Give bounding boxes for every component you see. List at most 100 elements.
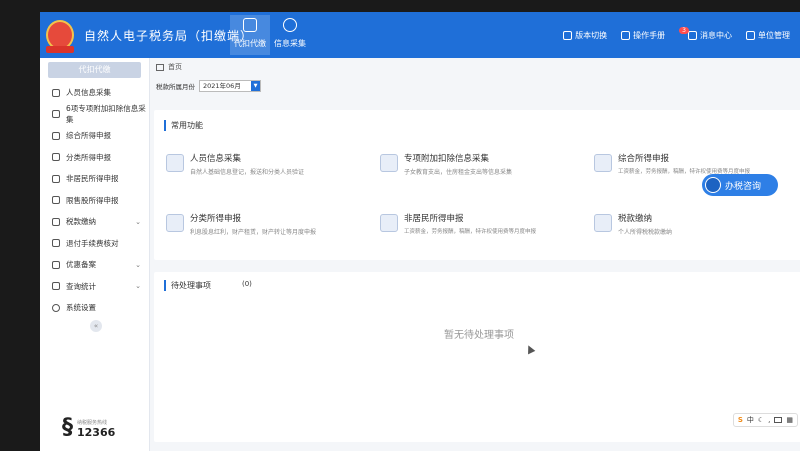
- breadcrumb-home[interactable]: 首页: [168, 62, 182, 72]
- sidebar-item-classified-income[interactable]: 分类所得申报: [40, 147, 149, 169]
- edit-icon: [166, 214, 184, 232]
- func-comprehensive-income[interactable]: 综合所得申报 工资薪金，劳务报酬，稿酬，特许权使用费等月度申报: [594, 152, 750, 175]
- chevron-down-icon: ⌄: [135, 260, 141, 269]
- version-switch-button[interactable]: 版本切换: [563, 30, 607, 41]
- tax-consult-label: 办税咨询: [725, 181, 762, 192]
- top-nav-label: 代扣代缴: [234, 39, 266, 48]
- func-title: 非居民所得申报: [404, 214, 464, 224]
- func-tax-payment[interactable]: 税款缴纳 个人所得税税款缴纳: [594, 212, 672, 236]
- sidebar-item-query-stats[interactable]: 查询统计 ⌄: [40, 276, 149, 298]
- hotline-logo-icon: §: [62, 415, 73, 440]
- edit-icon: [380, 214, 398, 232]
- sidebar-item-nonresident-income[interactable]: 非居民所得申报: [40, 168, 149, 190]
- tax-period: 税款所属月份 2021年06月 ▼: [156, 80, 261, 92]
- sidebar-item-label: 退付手续费核对: [66, 238, 119, 248]
- sidebar-item-label: 6项专项附加扣除信息采集: [66, 104, 146, 125]
- func-title: 税款缴纳: [618, 214, 653, 224]
- category-icon: [52, 153, 60, 162]
- sidebar-item-tax-payment[interactable]: 税款缴纳 ⌄: [40, 211, 149, 233]
- query-icon: [52, 282, 60, 291]
- sidebar-item-label: 查询统计: [66, 281, 96, 291]
- sidebar-item-special-deduction[interactable]: 6项专项附加扣除信息采集: [40, 104, 149, 126]
- sidebar-item-label: 非居民所得申报: [66, 174, 119, 184]
- top-nav-withholding[interactable]: 代扣代缴: [230, 15, 270, 55]
- manual-button[interactable]: 操作手册: [621, 30, 665, 41]
- grid-icon: ▦: [786, 416, 793, 424]
- hotline-label: 纳税服务热线: [77, 420, 108, 426]
- unit-management-label: 单位管理: [758, 31, 790, 40]
- sidebar-home[interactable]: 代扣代缴: [48, 62, 141, 78]
- tax-consult-button[interactable]: 办税咨询: [702, 174, 778, 196]
- func-title: 人员信息采集: [190, 154, 242, 164]
- pending-items-panel: 待处理事项 (0) 暂无待处理事项: [154, 272, 800, 442]
- gear-icon: [52, 303, 60, 312]
- sidebar-item-comprehensive-income[interactable]: 综合所得申报: [40, 125, 149, 147]
- chevron-down-icon: ⌄: [135, 217, 141, 226]
- logo-badge: [46, 46, 74, 53]
- func-special-deduction[interactable]: 专项附加扣除信息采集 子女教育支出，住房租金支出等信息采集: [380, 152, 512, 176]
- manual-label: 操作手册: [633, 31, 666, 40]
- unit-management-button[interactable]: 单位管理: [746, 30, 790, 41]
- building-icon: [746, 31, 755, 40]
- period-label: 税款所属月份: [156, 83, 195, 91]
- book-icon: [621, 31, 631, 40]
- comprehensive-icon: [594, 154, 612, 172]
- switch-icon: [563, 31, 573, 40]
- refund-icon: [52, 239, 60, 248]
- sidebar-item-system-settings[interactable]: 系统设置: [40, 297, 149, 319]
- func-title: 分类所得申报: [190, 214, 242, 224]
- sidebar-collapse-button[interactable]: «: [90, 320, 102, 332]
- sidebar-item-label: 分类所得申报: [66, 152, 111, 162]
- sogou-icon: S: [737, 416, 743, 424]
- version-switch-label: 版本切换: [575, 31, 608, 40]
- ime-toolbar[interactable]: S 中 ☾ , ▦: [732, 413, 798, 427]
- user-icon: [52, 88, 60, 97]
- top-right-menu: 版本切换 操作手册 3 消息中心 单位管理: [563, 27, 790, 41]
- id-card-icon: [166, 154, 184, 172]
- sidebar-item-label: 限售股所得申报: [66, 195, 119, 205]
- top-nav-info-collect[interactable]: 信息采集: [270, 18, 310, 49]
- message-center-label: 消息中心: [700, 31, 732, 40]
- func-classified-income[interactable]: 分类所得申报 利息股息红利，财产租赁，财产转让等月度申报: [166, 212, 316, 236]
- func-desc: 工资薪金，劳务报酬，稿酬，特许权使用费等月度申报: [404, 229, 537, 235]
- func-desc: 利息股息红利，财产租赁，财产转让等月度申报: [190, 229, 317, 236]
- discount-icon: [52, 260, 60, 269]
- common-functions-title: 常用功能: [164, 120, 203, 131]
- sidebar-item-personnel-info[interactable]: 人员信息采集: [40, 82, 149, 104]
- top-nav-label: 信息采集: [274, 39, 306, 48]
- app-window: 自然人电子税务局（扣缴端） 代扣代缴 信息采集 版本切换 操作手册 3 消息中心: [40, 12, 800, 451]
- func-desc: 自然人基础信息登记，报送和分类人员验证: [190, 169, 305, 176]
- chevron-down-icon: ⌄: [135, 282, 141, 291]
- sidebar-item-restricted-shares[interactable]: 限售股所得申报: [40, 190, 149, 212]
- func-desc: 子女教育支出，住房租金支出等信息采集: [404, 169, 513, 176]
- func-title: 综合所得申报: [618, 154, 670, 164]
- func-desc: 个人所得税税款缴纳: [618, 229, 673, 236]
- message-center-button[interactable]: 3 消息中心: [679, 27, 732, 41]
- sidebar: 代扣代缴 人员信息采集 6项专项附加扣除信息采集 综合所得申报 分类所得申报 非…: [40, 58, 150, 451]
- hotline: § 纳税服务热线 12366: [62, 415, 116, 440]
- form-icon: [52, 110, 60, 119]
- sidebar-item-label: 系统设置: [66, 303, 96, 313]
- sidebar-item-refund-fee[interactable]: 退付手续费核对: [40, 233, 149, 255]
- sidebar-item-label: 优惠备案: [66, 260, 96, 270]
- ime-mode-label[interactable]: 中: [747, 415, 754, 425]
- app-title: 自然人电子税务局（扣缴端）: [84, 29, 254, 43]
- report-icon: [52, 131, 60, 140]
- period-select[interactable]: 2021年06月 ▼: [199, 80, 261, 92]
- hotline-number: 12366: [77, 426, 116, 439]
- main-content: 首页 税款所属月份 2021年06月 ▼ 常用功能 人员信息采集 自然人基础信息…: [150, 58, 800, 451]
- person-icon: [52, 174, 60, 183]
- moon-icon: ☾: [757, 416, 765, 424]
- payment-icon: [594, 214, 612, 232]
- comma-icon: ,: [768, 416, 771, 424]
- message-icon: [688, 31, 697, 40]
- pending-items-count: (0): [242, 280, 252, 288]
- home-icon: [156, 63, 164, 71]
- sidebar-item-label: 综合所得申报: [66, 131, 111, 141]
- func-personnel-info[interactable]: 人员信息采集 自然人基础信息登记，报送和分类人员验证: [166, 152, 304, 176]
- sidebar-item-preferential-filing[interactable]: 优惠备案 ⌄: [40, 254, 149, 276]
- func-title: 专项附加扣除信息采集: [404, 154, 490, 164]
- pending-items-title: 待处理事项: [164, 280, 211, 291]
- breadcrumb: 首页: [156, 62, 182, 72]
- func-nonresident-income[interactable]: 非居民所得申报 工资薪金，劳务报酬，稿酬，特许权使用费等月度申报: [380, 212, 536, 235]
